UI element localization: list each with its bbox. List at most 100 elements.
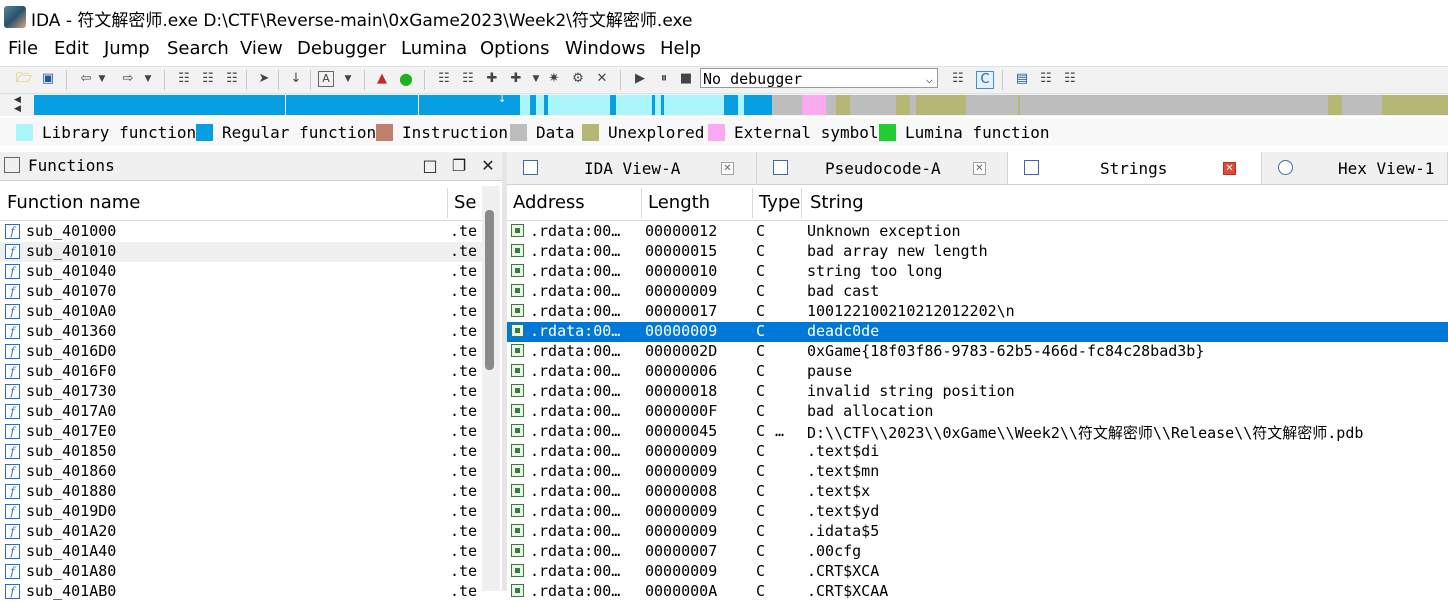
function-row[interactable]: f sub_4010A0 .te: [0, 302, 482, 322]
string-row[interactable]: .rdata:00… 00000009 Cbad cast: [507, 282, 1448, 302]
jump-icon[interactable]: ➤: [256, 71, 272, 87]
string-row[interactable]: .rdata:00… 00000007 C .00cfg: [507, 542, 1448, 562]
close-icon[interactable]: ✕: [479, 156, 497, 175]
function-row[interactable]: f sub_4017A0 .te: [0, 402, 482, 422]
close-icon[interactable]: ✕: [721, 162, 734, 175]
debugger-options-icon[interactable]: ☷: [950, 71, 966, 87]
menu-search[interactable]: Search: [167, 38, 229, 59]
function-row[interactable]: f sub_401AB0 .te: [0, 582, 482, 602]
string-row[interactable]: .rdata:00… 0000002D C 0xGame{18f03f86-9783-…: [507, 342, 1448, 362]
make-data-icon[interactable]: ☷: [460, 71, 476, 87]
warning-icon[interactable]: ▲: [374, 71, 390, 87]
pause-icon[interactable]: ⏸: [656, 71, 672, 87]
string-row[interactable]: .rdata:00… 00000009 C .CRT$XCA: [507, 562, 1448, 582]
function-row[interactable]: f sub_401A20 .te: [0, 522, 482, 542]
function-row[interactable]: f sub_401070 .te: [0, 282, 482, 302]
menu-jump[interactable]: Jump: [104, 38, 150, 59]
string-row[interactable]: .rdata:00… 00000009 C .text$yd: [507, 502, 1448, 522]
binary-search-icon[interactable]: ☷: [176, 71, 192, 87]
save-icon[interactable]: ▣: [40, 71, 56, 87]
function-row[interactable]: f sub_401040 .te: [0, 262, 482, 282]
function-row[interactable]: f sub_4016D0 .te: [0, 342, 482, 362]
report-icon[interactable]: ▤: [1014, 71, 1030, 87]
back-dropdown-icon[interactable]: ▼: [94, 71, 110, 87]
navband-arrows-icon[interactable]: ◀ ◀: [14, 96, 21, 114]
menu-options[interactable]: Options: [480, 38, 549, 59]
add-function-icon[interactable]: ✚: [484, 71, 500, 87]
function-row[interactable]: f sub_4019D0 .te: [0, 502, 482, 522]
function-row[interactable]: f sub_4017E0 .te: [0, 422, 482, 442]
string-row[interactable]: .rdata:00… 0000000A C .CRT$XCAA: [507, 582, 1448, 602]
start-debug-icon[interactable]: ▶: [632, 71, 648, 87]
plugin-icon[interactable]: ☷: [1038, 71, 1054, 87]
column-length[interactable]: Length: [648, 192, 710, 213]
close-icon[interactable]: ✕: [973, 162, 986, 175]
string-row[interactable]: .rdata:00… 00000015 Cbad array new length: [507, 242, 1448, 262]
struct-dropdown-icon[interactable]: ▼: [528, 71, 544, 87]
function-row[interactable]: f sub_401850 .te: [0, 442, 482, 462]
open-folder-icon[interactable]: 🗁: [16, 71, 32, 87]
forward-dropdown-icon[interactable]: ▼: [140, 71, 156, 87]
string-row[interactable]: .rdata:00… 00000008 C .text$x: [507, 482, 1448, 502]
menu-debugger[interactable]: Debugger: [297, 38, 386, 59]
tab-hex-view-1[interactable]: Hex View-1: [1262, 152, 1448, 184]
string-row[interactable]: .rdata:00… 00000006 Cpause: [507, 362, 1448, 382]
string-row[interactable]: .rdata:00… 00000010 Cstring too long: [507, 262, 1448, 282]
function-row[interactable]: f sub_401860 .te: [0, 462, 482, 482]
column-string[interactable]: String: [810, 192, 864, 213]
plugin-remove-icon[interactable]: ☷: [1062, 71, 1078, 87]
string-row[interactable]: .rdata:00… 00000017 C 10012210021021201220​…: [507, 302, 1448, 322]
column-function-name[interactable]: Function name: [7, 192, 140, 213]
menu-edit[interactable]: Edit: [54, 38, 89, 59]
maximize-icon[interactable]: □: [421, 156, 439, 175]
function-row[interactable]: f sub_401360 .te: [0, 322, 482, 342]
text-mode-dropdown-icon[interactable]: ▼: [340, 71, 356, 87]
function-row[interactable]: f sub_401010 .te: [0, 242, 482, 262]
debugger-select[interactable]: No debugger ⌵: [700, 68, 938, 88]
close-icon[interactable]: ✕: [1223, 162, 1236, 175]
column-type[interactable]: Type: [759, 192, 800, 213]
text-mode-icon[interactable]: A: [318, 71, 334, 87]
function-row[interactable]: f sub_401000 .te: [0, 222, 482, 242]
menu-windows[interactable]: Windows: [565, 38, 645, 59]
back-arrow-icon[interactable]: ⇦: [78, 71, 94, 87]
make-code-icon[interactable]: ☷: [436, 71, 452, 87]
function-row[interactable]: f sub_401A80 .te: [0, 562, 482, 582]
column-address[interactable]: Address: [513, 192, 585, 213]
string-row[interactable]: .rdata:00… 00000045 C … D:\\CTF\\2023\\0xGam…: [507, 422, 1448, 442]
string-row[interactable]: .rdata:00… 00000009 C .text$mn: [507, 462, 1448, 482]
string-row[interactable]: .rdata:00… 00000009 C .text$di: [507, 442, 1448, 462]
column-segment[interactable]: Se: [454, 192, 477, 213]
string-row[interactable]: .rdata:00… 00000009 Cdeadc0de: [507, 322, 1448, 342]
undefine-icon[interactable]: ✕: [594, 71, 610, 87]
menu-view[interactable]: View: [240, 38, 283, 59]
function-row[interactable]: f sub_401730 .te: [0, 382, 482, 402]
menu-lumina[interactable]: Lumina: [401, 38, 467, 59]
column-divider[interactable]: [447, 188, 448, 218]
string-row[interactable]: .rdata:00… 00000018 Cinvalid string positi…: [507, 382, 1448, 402]
down-arrow-icon[interactable]: ↓: [288, 71, 304, 87]
immediate-search-icon[interactable]: ☷: [224, 71, 240, 87]
text-search-icon[interactable]: ☷: [200, 71, 216, 87]
restore-icon[interactable]: ❐: [450, 156, 468, 175]
menu-help[interactable]: Help: [660, 38, 701, 59]
string-row[interactable]: .rdata:00… 00000012 C Unknown exception: [507, 222, 1448, 242]
function-row[interactable]: f sub_401880 .te: [0, 482, 482, 502]
function-row[interactable]: f sub_4016F0 .te: [0, 362, 482, 382]
string-row[interactable]: .rdata:00… 0000000F Cbad allocation: [507, 402, 1448, 422]
stop-icon[interactable]: ■: [678, 71, 694, 87]
function-row[interactable]: f sub_401A40 .te: [0, 542, 482, 562]
add-struct-icon[interactable]: ✚: [508, 71, 524, 87]
forward-arrow-icon[interactable]: ⇨: [120, 71, 136, 87]
tab-pseudocode-a[interactable]: Pseudocode-A ✕: [757, 152, 1008, 184]
column-divider[interactable]: [752, 188, 753, 218]
string-row[interactable]: .rdata:00… 00000009 C .idata$5: [507, 522, 1448, 542]
decompile-icon[interactable]: C: [976, 71, 994, 89]
tab-strings[interactable]: Strings ✕: [1008, 152, 1262, 184]
functions-scrollbar-thumb[interactable]: [485, 210, 494, 370]
menu-file[interactable]: File: [8, 38, 38, 59]
tab-ida-view-a[interactable]: IDA View-A ✕: [507, 152, 757, 184]
patch-icon[interactable]: ✷: [546, 71, 562, 87]
column-divider[interactable]: [641, 188, 642, 218]
column-divider[interactable]: [801, 188, 802, 218]
